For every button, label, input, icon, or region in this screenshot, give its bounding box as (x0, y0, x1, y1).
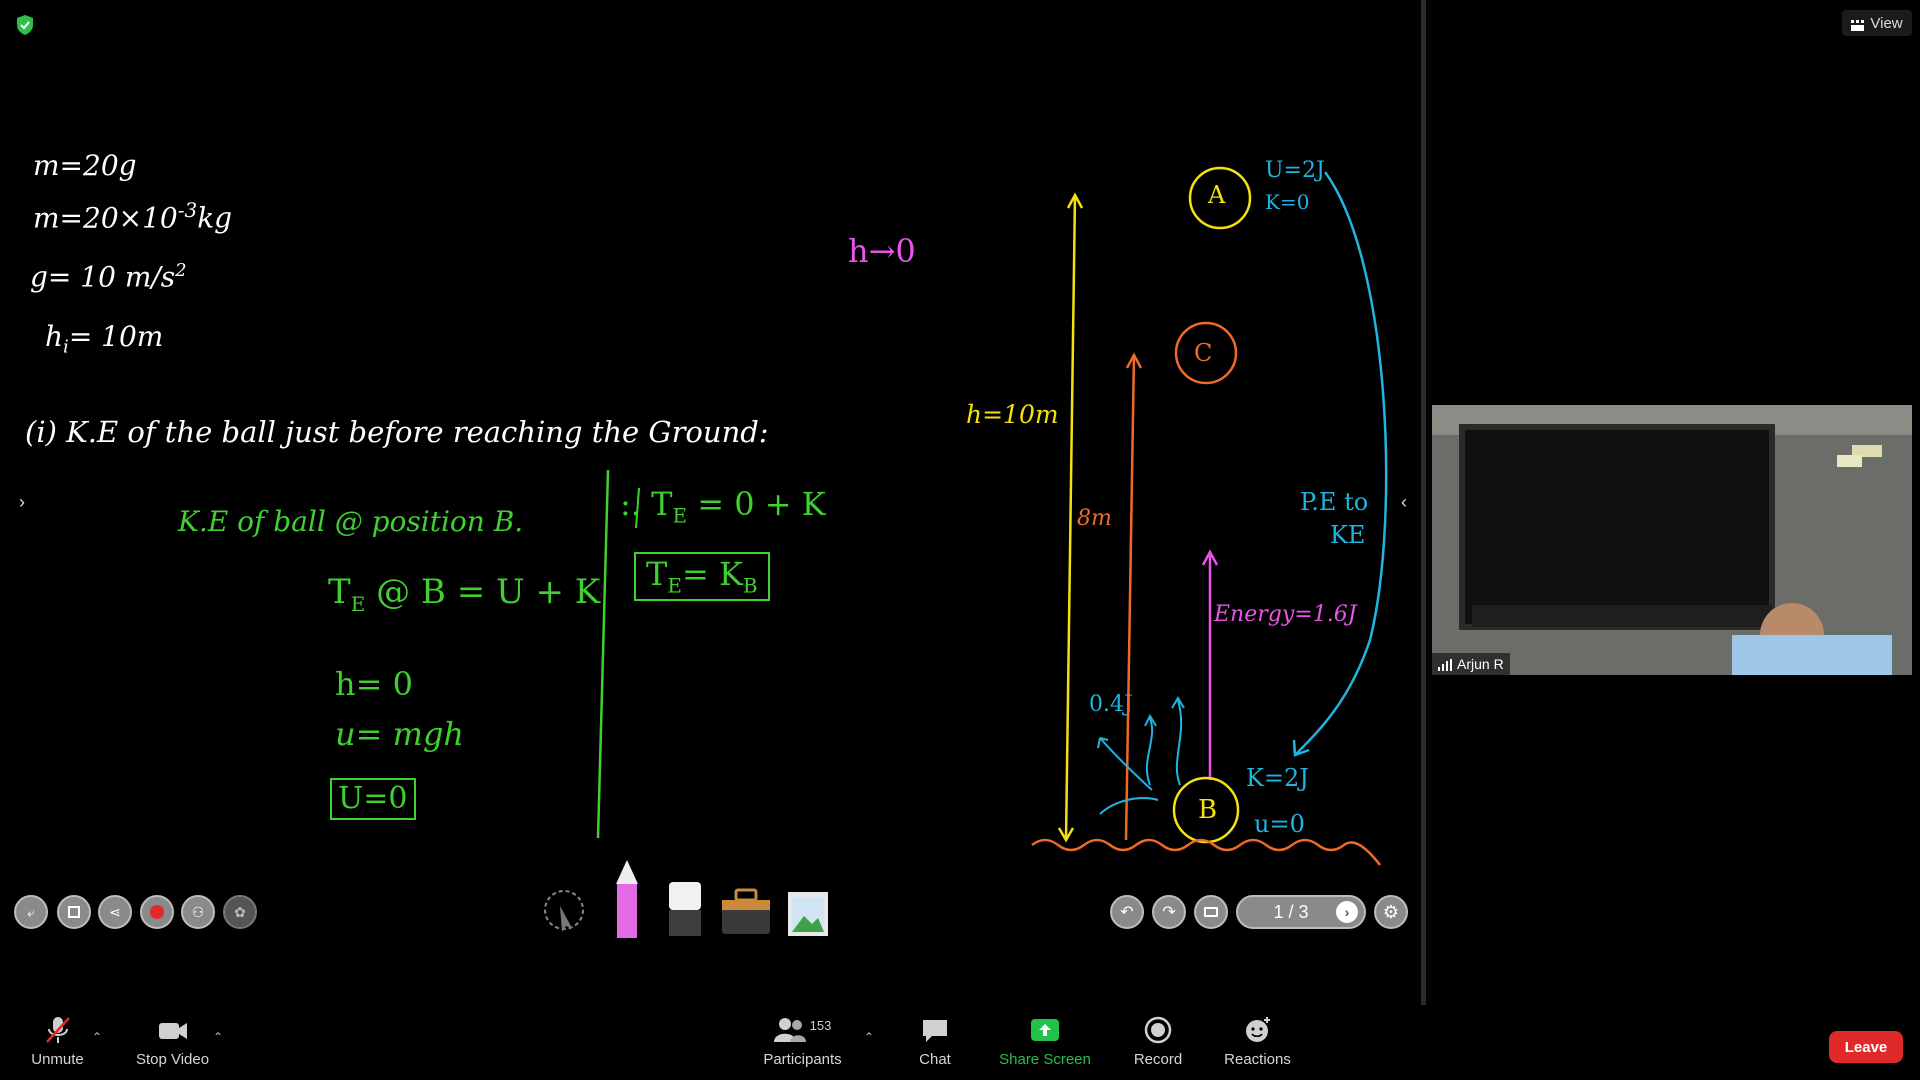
whiteboard-settings-button[interactable]: ⚙ (1374, 895, 1408, 929)
unmute-button[interactable]: Unmute (20, 1015, 95, 1068)
participants-count: 153 (809, 1017, 832, 1033)
participants-options-caret[interactable]: ⌃ (864, 1030, 874, 1044)
leave-button[interactable]: Leave (1829, 1031, 1903, 1063)
record-whiteboard-button[interactable] (140, 895, 174, 929)
settings-tool-button[interactable]: ✿ (223, 895, 257, 929)
chat-label: Chat (919, 1051, 951, 1068)
present-icon (1204, 907, 1218, 917)
stop-video-label: Stop Video (135, 1051, 210, 1068)
view-button[interactable]: View (1842, 10, 1912, 36)
share-screen-button[interactable]: Share Screen (995, 1015, 1095, 1068)
participants-icon (773, 1018, 806, 1042)
chat-bubble-icon (923, 1020, 947, 1042)
participants-label: Participants (763, 1051, 842, 1068)
flower-icon: ✿ (234, 903, 246, 920)
left-panel-chevron[interactable]: › (8, 488, 36, 516)
signal-icon (1438, 658, 1452, 671)
add-user-icon: ⚇ (191, 903, 205, 920)
participant-name: Arjun R (1457, 656, 1504, 672)
page-navigator[interactable]: 1 / 3 › (1236, 895, 1366, 929)
stop-video-button[interactable]: Stop Video (130, 1015, 215, 1068)
participant-name-tag: Arjun R (1432, 653, 1510, 675)
video-options-caret[interactable]: ⌃ (213, 1030, 223, 1044)
video-camera-icon (158, 1023, 187, 1039)
undo-icon: ↶ (1120, 904, 1134, 921)
grid-icon (1851, 18, 1865, 31)
participant-video[interactable]: Arjun R (1432, 405, 1912, 675)
leave-label: Leave (1844, 1038, 1888, 1056)
reactions-icon (1245, 1017, 1270, 1042)
redo-button[interactable]: ↷ (1152, 895, 1186, 929)
chat-button[interactable]: Chat (905, 1015, 965, 1068)
page-indicator: 1 / 3 (1273, 901, 1309, 922)
share-screen-label: Share Screen (999, 1051, 1091, 1068)
view-label: View (1870, 14, 1903, 32)
pen-tool[interactable] (614, 860, 640, 938)
whiteboard-canvas[interactable]: m=20g m=20×10-3kg g= 10 m/s2 hi= 10m (i)… (0, 0, 1420, 1005)
add-user-button[interactable]: ⚇ (181, 895, 215, 929)
reactions-button[interactable]: Reactions (1220, 1015, 1295, 1068)
redo-icon: ↷ (1162, 904, 1176, 921)
undo-button[interactable]: ↶ (1110, 895, 1144, 929)
right-panel-chevron[interactable]: ‹ (1390, 488, 1418, 516)
share-button[interactable]: ⋖ (98, 895, 132, 929)
panel-divider[interactable] (1421, 0, 1426, 1015)
select-tool[interactable] (542, 888, 586, 936)
save-icon (68, 906, 80, 918)
image-tool[interactable] (786, 888, 832, 938)
exit-whiteboard-button[interactable]: ⤶ (14, 895, 48, 929)
next-page-icon[interactable]: › (1336, 901, 1358, 923)
record-dot-icon (150, 905, 164, 919)
exit-icon: ⤶ (27, 903, 35, 920)
present-button[interactable] (1194, 895, 1228, 929)
participants-button[interactable]: 153 Participants (760, 1015, 845, 1069)
save-button[interactable] (57, 895, 91, 929)
eraser-tool[interactable] (667, 880, 703, 936)
share-icon: ⋖ (109, 903, 121, 920)
record-button[interactable]: Record (1128, 1015, 1188, 1068)
record-icon (1144, 1016, 1172, 1044)
audio-options-caret[interactable]: ⌃ (92, 1030, 102, 1044)
reactions-label: Reactions (1224, 1051, 1291, 1068)
unmute-label: Unmute (31, 1051, 84, 1068)
gear-icon: ⚙ (1382, 901, 1400, 922)
record-label: Record (1133, 1051, 1183, 1068)
toolbox-tool[interactable] (720, 888, 772, 936)
diagram-strokes (596, 166, 1388, 866)
share-screen-icon (1031, 1019, 1059, 1041)
muted-mic-icon (45, 1017, 70, 1043)
